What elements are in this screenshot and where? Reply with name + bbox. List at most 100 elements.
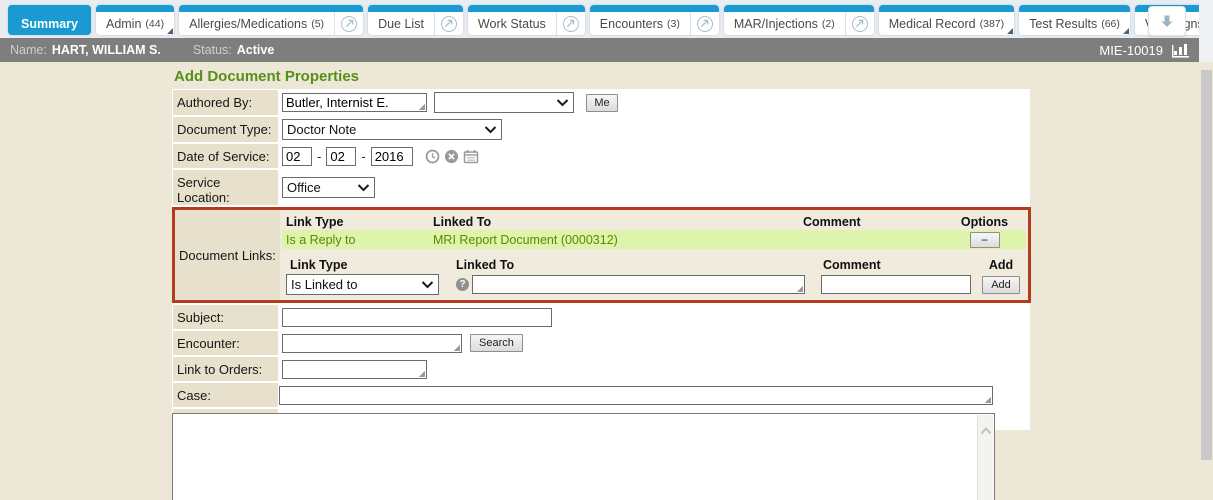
main-content: Add Document Properties Authored By: Me …	[0, 62, 1199, 500]
textarea-scrollbar[interactable]	[977, 415, 993, 500]
tab-dropdown-corner-icon	[1123, 28, 1129, 34]
tab-popout-button[interactable]	[334, 12, 363, 35]
new-link-header-linked-to: Linked To	[456, 258, 816, 272]
document-type-select[interactable]: Doctor Note	[282, 119, 502, 140]
date-separator: -	[317, 149, 321, 164]
popout-arrow-icon	[444, 19, 453, 28]
date-separator: -	[361, 149, 365, 164]
tab-due-list[interactable]: Due List	[368, 5, 463, 35]
remove-link-button[interactable]: −	[970, 232, 1000, 248]
tab-admin[interactable]: Admin(44)	[96, 5, 174, 35]
tab-label: Summary	[21, 17, 78, 31]
date-year-input[interactable]	[371, 147, 413, 166]
new-link-header: Link Type Linked To Comment Add	[282, 256, 1026, 273]
tab-top-accent	[879, 5, 1014, 12]
links-header-linked-to: Linked To	[433, 215, 803, 229]
scroll-up-icon[interactable]	[980, 427, 992, 435]
link-to-orders-label: Link to Orders:	[173, 357, 278, 381]
scrollbar-thumb[interactable]	[1201, 70, 1212, 460]
new-link-type-select[interactable]: Is Linked to	[286, 274, 439, 295]
patient-name-value: HART, WILLIAM S.	[52, 43, 161, 57]
row-date-of-service: Date of Service: - -	[173, 144, 1029, 168]
link-to-orders-input[interactable]	[282, 360, 427, 379]
popout-icon	[697, 16, 713, 32]
chart-id: MIE-10019	[1099, 43, 1163, 58]
calendar-icon[interactable]	[463, 149, 479, 164]
date-of-service-label: Date of Service:	[173, 144, 278, 168]
tab-popout-button[interactable]	[845, 12, 874, 35]
link-type-value: Is a Reply to	[282, 233, 433, 247]
tab-count: (5)	[311, 18, 324, 30]
document-type-label: Document Type:	[173, 117, 278, 142]
tab-top-accent	[590, 5, 719, 12]
document-body-textarea[interactable]	[172, 413, 995, 500]
add-link-button[interactable]: Add	[982, 276, 1020, 294]
patient-status-label: Status:	[193, 43, 232, 57]
authored-by-label: Authored By:	[173, 90, 278, 115]
new-linked-to-input[interactable]	[472, 275, 805, 294]
bar-chart-icon[interactable]	[1171, 42, 1191, 58]
help-icon[interactable]: ?	[456, 278, 469, 291]
links-table-header: Link Type Linked To Comment Options	[282, 213, 1026, 230]
page-title: Add Document Properties	[172, 66, 1030, 89]
tab-work-status[interactable]: Work Status	[468, 5, 585, 35]
tab-mar-injections[interactable]: MAR/Injections(2)	[724, 5, 874, 35]
add-document-form: Add Document Properties Authored By: Me …	[172, 66, 1030, 430]
tab-popout-button[interactable]	[434, 12, 463, 35]
row-document-type: Document Type: Doctor Note	[173, 117, 1029, 142]
tab-label: Work Status	[478, 17, 546, 31]
tab-label: Due List	[378, 17, 424, 31]
document-links-label: Document Links:	[175, 210, 280, 300]
service-location-select[interactable]: Office	[282, 177, 375, 198]
tab-label: MAR/Injections	[734, 17, 818, 31]
tab-top-accent	[724, 5, 874, 12]
row-authored-by: Authored By: Me	[173, 90, 1029, 115]
down-arrow-icon	[1159, 13, 1175, 29]
row-encounter: Encounter: Search	[173, 331, 1029, 355]
tab-medical-record[interactable]: Medical Record(387)	[879, 5, 1014, 35]
linked-to-value: MRI Report Document (0000312)	[433, 233, 803, 247]
chevron-down-icon	[357, 184, 370, 192]
more-tabs-button[interactable]	[1148, 6, 1186, 36]
page-scrollbar[interactable]	[1199, 0, 1213, 500]
row-subject: Subject:	[173, 305, 1029, 329]
authored-by-select[interactable]	[434, 92, 574, 113]
me-button[interactable]: Me	[586, 94, 618, 112]
chevron-down-icon	[484, 126, 497, 134]
tab-top-accent	[8, 5, 91, 12]
tab-dropdown-corner-icon	[1007, 28, 1013, 34]
subject-input[interactable]	[282, 308, 552, 327]
new-link-comment-input[interactable]	[821, 275, 971, 294]
tab-top-accent	[96, 5, 174, 12]
popout-arrow-icon	[345, 19, 354, 28]
tab-allergies-medications[interactable]: Allergies/Medications(5)	[179, 5, 363, 35]
encounter-search-button[interactable]: Search	[470, 334, 523, 352]
tab-dropdown-corner-icon	[167, 28, 173, 34]
case-input[interactable]	[279, 386, 993, 405]
service-location-label: Service Location:	[173, 170, 278, 205]
popout-icon	[441, 16, 457, 32]
tab-summary[interactable]: Summary	[8, 5, 91, 35]
tab-label: Admin	[106, 17, 141, 31]
tab-popout-button[interactable]	[556, 12, 585, 35]
date-month-input[interactable]	[282, 147, 312, 166]
authored-by-input[interactable]	[282, 93, 427, 112]
tab-test-results[interactable]: Test Results(66)	[1019, 5, 1130, 35]
encounter-input[interactable]	[282, 334, 462, 353]
chevron-down-icon	[421, 281, 434, 289]
tab-encounters[interactable]: Encounters(3)	[590, 5, 719, 35]
date-day-input[interactable]	[326, 147, 356, 166]
new-link-header-comment: Comment	[816, 258, 976, 272]
popout-arrow-icon	[855, 19, 864, 28]
tab-popout-button[interactable]	[690, 12, 719, 35]
links-header-options: Options	[943, 215, 1026, 229]
document-type-select-value: Doctor Note	[287, 122, 356, 137]
row-document-links: Document Links: Link Type Linked To Comm…	[172, 207, 1031, 303]
links-header-link-type: Link Type	[282, 215, 433, 229]
clear-date-icon[interactable]	[444, 149, 459, 164]
chart-tab-bar: Summary Admin(44)Allergies/Medications(5)…	[0, 0, 1199, 38]
time-clock-icon[interactable]	[425, 149, 440, 164]
patient-name-label: Name:	[10, 43, 47, 57]
tab-top-accent	[179, 5, 363, 12]
tab-label: Encounters	[600, 17, 663, 31]
